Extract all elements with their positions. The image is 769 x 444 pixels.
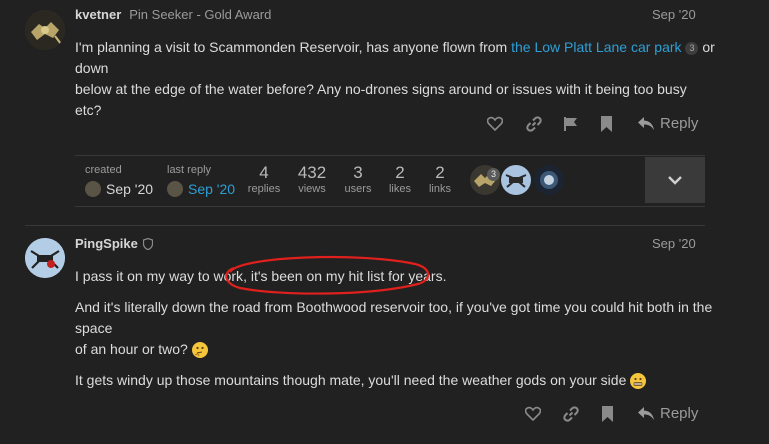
avatar-kvetner[interactable] <box>25 10 65 50</box>
last-reply-avatar <box>167 181 183 197</box>
post1-line2: below at the edge of the water before? A… <box>75 81 687 118</box>
post-divider <box>25 225 705 226</box>
post2-username[interactable]: PingSpike <box>75 236 138 251</box>
low-platt-lane-link[interactable]: the Low Platt Lane car park <box>511 39 681 55</box>
stat-views-label: views <box>298 183 326 195</box>
post1-reply-button[interactable]: Reply <box>638 115 698 132</box>
post2-para1-a: I pass it on my way to work <box>75 268 244 284</box>
post1-line1: I'm planning a visit to Scammonden Reser… <box>75 37 715 79</box>
post1-reply-label: Reply <box>660 115 699 132</box>
post2-date[interactable]: Sep '20 <box>652 236 696 251</box>
post1-text-a: I'm planning a visit to Scammonden Reser… <box>75 39 512 55</box>
stat-likes: 2 likes <box>380 163 420 195</box>
post1-header: kvetner Pin Seeker - Gold Award <box>75 7 271 22</box>
shield-icon <box>142 237 153 250</box>
post1-body: I'm planning a visit to Scammonden Reser… <box>75 37 715 121</box>
created-info[interactable]: Sep '20 <box>85 181 153 197</box>
post2-para3: It gets windy up those mountains though … <box>75 370 715 391</box>
post2-para2-line2-wrap: of an hour or two? <box>75 339 715 360</box>
like-heart-icon[interactable] <box>486 116 504 134</box>
post1-date[interactable]: Sep '20 <box>652 7 696 22</box>
participant-post-count-badge: 3 <box>487 168 500 181</box>
post2-para3-text: It gets windy up those mountains though … <box>75 372 631 388</box>
stat-users: 3 users <box>338 163 378 195</box>
link-click-count-badge: 3 <box>685 41 699 55</box>
reply-arrow-icon <box>638 117 654 130</box>
post2-reply-arrow-icon <box>638 407 654 420</box>
created-label: created <box>85 164 122 176</box>
expand-topic-map-button[interactable] <box>645 157 705 203</box>
stat-replies-num: 4 <box>259 163 269 182</box>
post2-header: PingSpike <box>75 236 153 251</box>
post2-share-link-icon[interactable] <box>563 406 579 425</box>
stat-replies: 4 replies <box>244 163 284 195</box>
share-link-icon[interactable] <box>526 116 542 135</box>
stat-views: 432 views <box>292 163 332 195</box>
created-avatar <box>85 181 101 197</box>
stat-replies-label: replies <box>247 183 281 195</box>
chevron-down-icon <box>668 176 682 185</box>
participant-avatar-3[interactable] <box>534 165 564 195</box>
last-reply-date: Sep '20 <box>188 181 236 197</box>
participant-avatar-pingspike[interactable] <box>501 165 531 195</box>
last-reply-info[interactable]: Sep '20 <box>167 181 235 197</box>
bookmark-icon[interactable] <box>600 116 613 135</box>
post2-para2-line1: And it's literally down the road from Bo… <box>75 299 713 336</box>
post1-username[interactable]: kvetner <box>75 7 121 22</box>
flag-icon[interactable] <box>563 116 579 135</box>
red-annotation-circle <box>225 255 430 295</box>
post2-reply-button[interactable]: Reply <box>638 405 698 422</box>
stat-likes-num: 2 <box>395 163 405 182</box>
stat-users-num: 3 <box>353 163 363 182</box>
thinking-face-emoji-icon <box>191 342 208 359</box>
stat-links-label: links <box>428 183 451 195</box>
avatar-pingspike[interactable] <box>25 238 65 278</box>
post1-user-title: Pin Seeker - Gold Award <box>129 7 272 22</box>
stat-likes-label: likes <box>388 183 411 195</box>
grimacing-face-emoji-icon <box>630 373 647 390</box>
post2-para2-line2: of an hour or two? <box>75 341 192 357</box>
created-date: Sep '20 <box>106 181 154 197</box>
stat-users-label: users <box>344 183 372 195</box>
last-reply-label: last reply <box>167 164 212 176</box>
stat-views-num: 432 <box>297 163 327 182</box>
stat-links-num: 2 <box>435 163 445 182</box>
post2-reply-label: Reply <box>660 405 699 422</box>
post2-like-heart-icon[interactable] <box>524 406 542 424</box>
post2-bookmark-icon[interactable] <box>601 406 614 425</box>
post2-para2: And it's literally down the road from Bo… <box>75 297 715 360</box>
stat-links: 2 links <box>420 163 460 195</box>
